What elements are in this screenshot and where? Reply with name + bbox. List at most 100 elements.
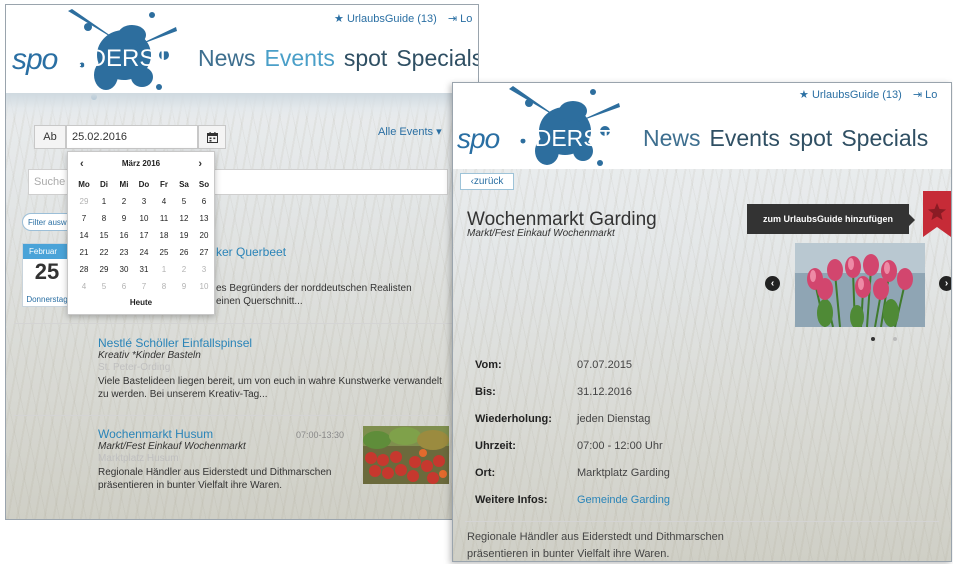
date-from-label-text: Ab [43, 131, 57, 143]
main-nav: News Events spot Specials [198, 45, 478, 72]
calendar-day[interactable]: 9 [114, 210, 134, 227]
detail-value-vom: 07.07.2015 [577, 359, 633, 371]
weekday-header: Mo [78, 180, 90, 189]
nav-events[interactable]: Events [265, 45, 335, 71]
event-description: Regionale Händler aus Eiderstedt und Dit… [467, 531, 724, 560]
bookmark-ribbon-icon[interactable] [923, 191, 951, 237]
calendar-day[interactable]: 29 [74, 193, 94, 210]
login-link[interactable]: Lo [460, 13, 472, 25]
urlaubsguide-link[interactable]: UrlaubsGuide (13) [347, 13, 437, 25]
calendar-day[interactable]: 13 [194, 210, 214, 227]
detail-label-uhrzeit: Uhrzeit: [475, 440, 516, 452]
nav-spot[interactable]: spot [344, 45, 387, 71]
calendar-day[interactable]: 5 [94, 278, 114, 295]
calendar-day[interactable]: 14 [74, 227, 94, 244]
date-from-input[interactable]: 25.02.2016 [66, 125, 198, 149]
logo-spot-text[interactable]: spo [457, 123, 500, 155]
carousel-dot-active[interactable] [871, 337, 875, 341]
nav-events[interactable]: Events [710, 125, 780, 151]
nav-specials[interactable]: Specials [841, 125, 928, 151]
calendar-day[interactable]: 22 [94, 244, 114, 261]
detail-label-ort: Ort: [475, 467, 496, 479]
weekday-header: So [198, 180, 210, 189]
calendar-day[interactable]: 11 [154, 210, 174, 227]
calendar-day[interactable]: 12 [174, 210, 194, 227]
calendar-month[interactable]: März 2016 [68, 159, 214, 168]
detail-label-vom: Vom: [475, 359, 502, 371]
calendar-day[interactable]: 6 [114, 278, 134, 295]
calendar-day[interactable]: 2 [174, 261, 194, 278]
calendar-day[interactable]: 24 [134, 244, 154, 261]
calendar-grid: Mo Di Mi Do Fr Sa So 29 1 2 3 4 5 6 7 8 … [74, 176, 214, 295]
add-to-urlaubsguide-label: zum UrlaubsGuide hinzufügen [763, 214, 893, 224]
main-nav: News Events spot Specials [643, 125, 937, 152]
calendar-day[interactable]: 27 [194, 244, 214, 261]
calendar-day[interactable]: 1 [94, 193, 114, 210]
calendar-button[interactable] [198, 125, 226, 149]
sign-in-icon: ⇥ [447, 13, 458, 25]
carousel-dot[interactable] [893, 337, 897, 341]
calendar-day[interactable]: 4 [74, 278, 94, 295]
calendar-day[interactable]: 6 [194, 193, 214, 210]
calendar-day[interactable]: 4 [154, 193, 174, 210]
detail-label-bis: Bis: [475, 386, 496, 398]
calendar-today-button[interactable]: Heute [68, 298, 214, 307]
weekday-header: Do [138, 180, 150, 189]
calendar-day[interactable]: 20 [194, 227, 214, 244]
calendar-day[interactable]: 3 [134, 193, 154, 210]
calendar-day[interactable]: 3 [194, 261, 214, 278]
weekday-header: Sa [179, 180, 189, 189]
calendar-day[interactable]: 18 [154, 227, 174, 244]
calendar-next-button[interactable]: › [198, 158, 202, 170]
calendar-day[interactable]: 25 [154, 244, 174, 261]
event-location-3: Marktplatz Husum [98, 453, 179, 464]
event-list-screen: spo EIDERSTEDT News Events spot Specials ★ … [5, 4, 479, 520]
add-to-urlaubsguide-button[interactable]: zum UrlaubsGuide hinzufügen [747, 204, 915, 234]
calendar-day[interactable]: 23 [114, 244, 134, 261]
calendar-day[interactable]: 29 [94, 261, 114, 278]
date-picker-popup: ‹ März 2016 › Mo Di Mi Do Fr Sa So 29 1 … [67, 151, 215, 315]
calendar-day[interactable]: 8 [154, 278, 174, 295]
nav-specials[interactable]: Specials [396, 45, 478, 71]
logo-spot-text[interactable]: spo [12, 43, 58, 77]
calendar-day[interactable]: 30 [114, 261, 134, 278]
event-title-2[interactable]: Nestlé Schöller Einfallspinsel [98, 336, 252, 350]
calendar-day[interactable]: 31 [134, 261, 154, 278]
calendar-day[interactable]: 8 [94, 210, 114, 227]
chevron-right-icon[interactable]: › [939, 276, 951, 291]
header-shadow [6, 93, 478, 119]
back-button[interactable]: ‹zurück [460, 173, 514, 190]
vegetables-thumbnail[interactable] [363, 426, 449, 484]
calendar-day[interactable]: 1 [154, 261, 174, 278]
categories-dropdown[interactable]: Alle Events ▾ [378, 125, 442, 138]
topbar-links: ★ UrlaubsGuide (13) ⇥ Lo [334, 12, 472, 25]
login-link[interactable]: Lo [925, 89, 937, 101]
calendar-day[interactable]: 16 [114, 227, 134, 244]
nav-news[interactable]: News [643, 125, 701, 151]
chevron-left-icon[interactable]: ‹ [765, 276, 780, 291]
calendar-day[interactable]: 10 [134, 210, 154, 227]
event-title-1[interactable]: ker Querbeet [216, 245, 286, 259]
calendar-day[interactable]: 9 [174, 278, 194, 295]
calendar-day[interactable]: 7 [134, 278, 154, 295]
calendar-day[interactable]: 10 [194, 278, 214, 295]
calendar-day[interactable]: 28 [74, 261, 94, 278]
calendar-day[interactable]: 2 [114, 193, 134, 210]
event-desc-3: Regionale Händler aus Eiderstedt und Dit… [98, 467, 332, 491]
calendar-day[interactable]: 17 [134, 227, 154, 244]
tulips-image [795, 243, 925, 327]
nav-news[interactable]: News [198, 45, 256, 71]
calendar-day[interactable]: 19 [174, 227, 194, 244]
urlaubsguide-link[interactable]: UrlaubsGuide (13) [812, 89, 902, 101]
calendar-day[interactable]: 7 [74, 210, 94, 227]
badge-month: Februar [23, 244, 71, 259]
event-title-3[interactable]: Wochenmarkt Husum [98, 427, 213, 441]
calendar-day[interactable]: 5 [174, 193, 194, 210]
calendar-day[interactable]: 26 [174, 244, 194, 261]
gemeinde-garding-link[interactable]: Gemeinde Garding [577, 494, 670, 506]
nav-spot[interactable]: spot [789, 125, 832, 151]
calendar-day[interactable]: 21 [74, 244, 94, 261]
calendar-day[interactable]: 15 [94, 227, 114, 244]
weekday-header: Di [100, 180, 108, 189]
detail-value-bis: 31.12.2016 [577, 386, 633, 398]
